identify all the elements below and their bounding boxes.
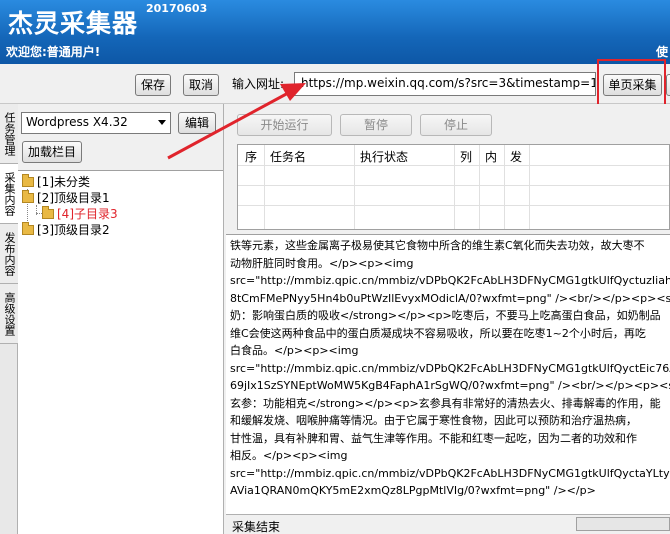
table-grid-line: [354, 145, 355, 229]
folder-icon: [22, 174, 34, 187]
pause-button[interactable]: 暂停: [340, 114, 412, 136]
content-line: 动物肝脏同时食用。</p><p><img: [230, 256, 414, 270]
left-panel: Wordpress X4.32 编辑 加载栏目 [1]未分类 [2]顶级目录1 …: [18, 104, 224, 534]
start-run-button[interactable]: 开始运行: [237, 114, 332, 136]
app-title: 杰灵采集器: [8, 9, 139, 38]
content-line: 铁等元素，这些金属离子极易使其它食物中所含的维生素C氧化而失去功效，故大枣不: [230, 239, 645, 252]
column-header-content[interactable]: 内: [485, 148, 497, 165]
vertical-tabs: 任务管理 采集内容 发布内容 高级设置: [0, 104, 18, 534]
welcome-right-text: 使: [655, 45, 668, 59]
cms-select-value: Wordpress X4.32: [26, 115, 128, 129]
stop-button[interactable]: 停止: [420, 114, 492, 136]
tree-item[interactable]: [2]顶级目录1: [22, 190, 110, 206]
content-line: src="http://mmbiz.qpic.cn/mmbiz/vDPbQK2F…: [230, 361, 670, 375]
content-line: 维C会使这两种食品中的蛋白质凝成块不容易吸收，所以要在吃枣1~2个小时后，再吃: [230, 326, 646, 340]
content-line: 奶：影响蛋白质的吸收</strong></p><p>吃枣后，不要马上吃高蛋白食品…: [230, 309, 661, 322]
column-header-task-name[interactable]: 任务名: [270, 148, 306, 165]
tab-advanced-settings[interactable]: 高级设置: [0, 284, 18, 344]
collected-content-area[interactable]: 铁等元素，这些金属离子极易使其它食物中所含的维生素C氧化而失去功效，故大枣不 动…: [226, 234, 670, 514]
content-line: 8tCmFMePNyy5Hn4b0uPtWzIlEvyxMOdiclA/0?wx…: [230, 291, 670, 305]
category-tree: [1]未分类 [2]顶级目录1 [4]子目录3 [3]顶级目录2: [18, 170, 223, 534]
content-line: src="http://mmbiz.qpic.cn/mmbiz/vDPbQK2F…: [230, 466, 670, 480]
tree-item[interactable]: [3]顶级目录2: [22, 222, 110, 238]
folder-icon: [22, 222, 34, 235]
status-text: 采集结束: [232, 520, 281, 534]
save-button[interactable]: 保存: [135, 74, 171, 96]
progress-bar: [576, 517, 670, 531]
folder-icon: [42, 206, 54, 219]
folder-icon: [22, 190, 34, 203]
tab-publish-content[interactable]: 发布内容: [0, 224, 18, 284]
app-version: 20170603: [146, 2, 208, 15]
content-line: 玄参：功能相克</strong></p><p>玄参具有非常好的清热去火、排毒解毒…: [230, 396, 661, 410]
content-line: 69jIx1SzSYNEptWoMW5KgB4FaphA1rSgWQ/0?wxf…: [230, 379, 670, 392]
content-line: 相反。</p><p><img: [230, 449, 348, 462]
tab-task-management[interactable]: 任务管理: [0, 104, 18, 164]
annotation-highlight-box: [597, 59, 666, 109]
toolbar: 保存 取消 输入网址: https://mp.weixin.qq.com/s?s…: [0, 64, 670, 104]
toolbar-next-button[interactable]: [666, 74, 670, 96]
cancel-button[interactable]: 取消: [183, 74, 219, 96]
tab-collect-content[interactable]: 采集内容: [0, 164, 18, 224]
column-header-index[interactable]: 序: [245, 148, 257, 165]
table-grid-line: [479, 145, 480, 229]
load-columns-button[interactable]: 加载栏目: [22, 141, 82, 163]
welcome-text: 欢迎您:普通用户!: [6, 45, 101, 59]
column-header-publish[interactable]: 发: [510, 148, 522, 165]
table-grid-line: [529, 145, 530, 229]
content-line: AVia1QRAN0mQKY5mE2xmQz8LPgpMtlVIg/0?wxfm…: [230, 484, 596, 497]
column-header-list[interactable]: 列: [460, 148, 472, 165]
url-label: 输入网址:: [232, 77, 285, 91]
content-line: 甘性温，具有补脾和胃、益气生津等作用。不能和红枣一起吃，因为二者的功效和作: [230, 431, 637, 445]
tree-item[interactable]: [1]未分类: [22, 174, 90, 190]
content-line: 和缓解发烧、咽喉肿痛等情况。由于它属于寒性食物，因此可以预防和治疗温热病，: [230, 414, 637, 427]
table-grid-line: [264, 145, 265, 229]
edit-button[interactable]: 编辑: [178, 112, 216, 134]
table-grid-line: [504, 145, 505, 229]
tree-item-selected[interactable]: [4]子目录3: [42, 206, 118, 222]
title-bar: 杰灵采集器 20170603: [0, 0, 670, 38]
url-input[interactable]: https://mp.weixin.qq.com/s?src=3&timesta…: [294, 72, 596, 96]
table-grid-line: [454, 145, 455, 229]
welcome-bar: 欢迎您:普通用户! 使: [0, 38, 670, 64]
task-table: 序 任务名 执行状态 列 内 发: [237, 144, 670, 230]
column-header-status[interactable]: 执行状态: [360, 148, 408, 165]
content-line: src="http://mmbiz.qpic.cn/mmbiz/vDPbQK2F…: [230, 274, 670, 287]
cms-select[interactable]: Wordpress X4.32: [21, 112, 171, 134]
content-line: 白食品。</p><p><img: [230, 344, 359, 357]
chevron-down-icon: [158, 120, 166, 125]
